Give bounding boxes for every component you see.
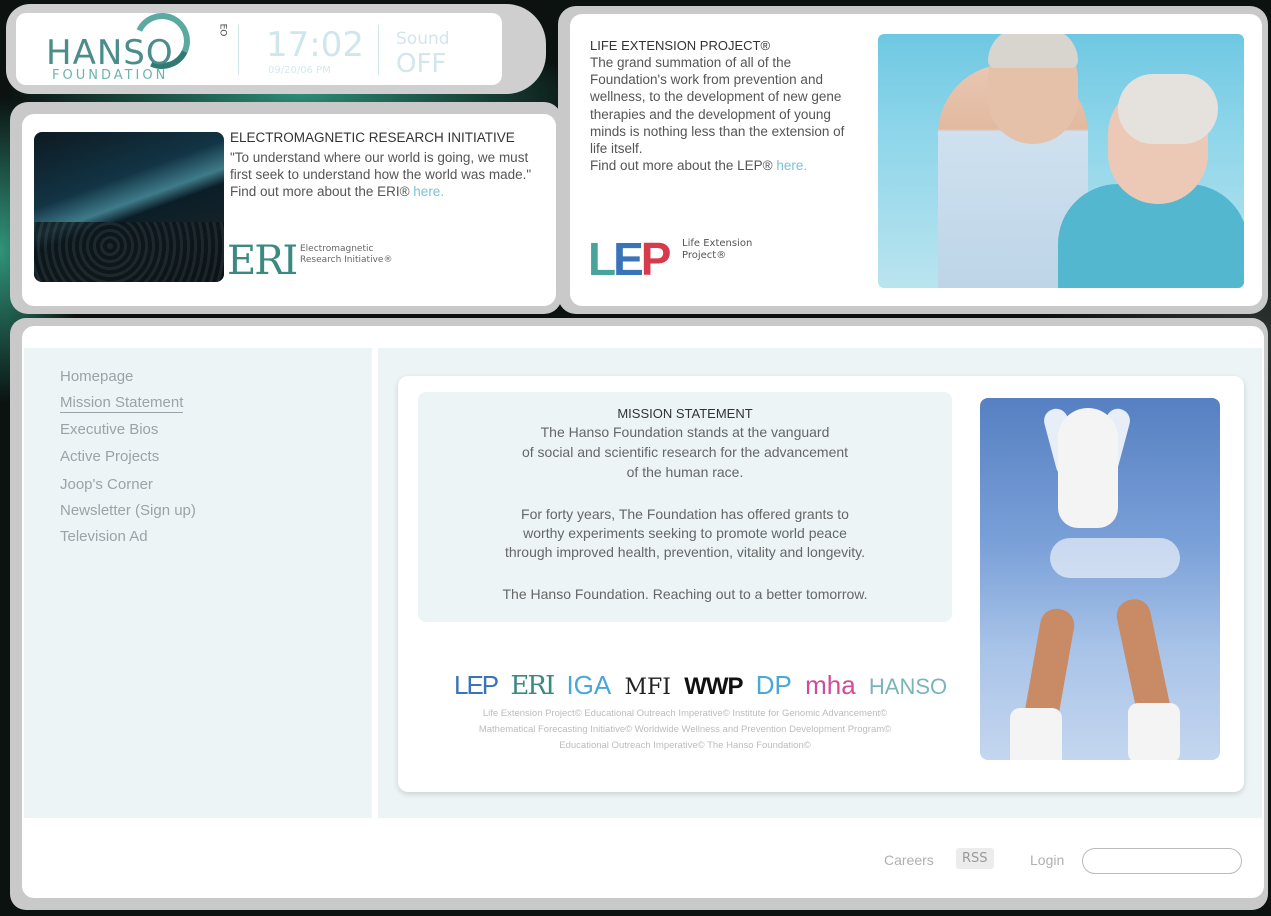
logo-text[interactable]: HANSO [46, 33, 174, 73]
eri-title: ELECTROMAGNETIC RESEARCH INITIATIVE [230, 130, 515, 145]
side-tag: EO [217, 23, 228, 37]
mission-line: of social and scientific research for th… [521, 444, 849, 460]
partner-logo-mfi[interactable]: MFI [624, 675, 670, 700]
mission-line: The Hanso Foundation stands at the vangu… [540, 424, 830, 440]
photo-shape [1118, 74, 1218, 144]
lep-here-link[interactable]: here. [776, 158, 807, 173]
partner-logo-iga[interactable]: IGA [566, 670, 611, 700]
mission-line: For forty years, The Foundation has offe… [521, 506, 849, 522]
login-label: Login [1030, 852, 1065, 868]
eri-logo-caption: Electromagnetic Research Initiative® [300, 244, 393, 265]
lep-body-text: The grand summation of all of the Founda… [590, 55, 845, 157]
careers-link[interactable]: Careers [884, 852, 934, 868]
nav-item-newsletter[interactable]: Newsletter (Sign up) [60, 502, 196, 519]
logo-subtitle: FOUNDATION [52, 68, 169, 83]
eri-body: "To understand where our world is going,… [230, 149, 548, 200]
login-input[interactable] [1082, 848, 1242, 874]
eri-quote: "To understand where our world is going,… [230, 150, 532, 182]
partner-logo-hanso[interactable]: HANSO [869, 674, 947, 699]
partner-caption: Life Extension Project© Educational Outr… [482, 708, 888, 719]
eri-logo: ERI [227, 238, 298, 284]
header-bar: HANSO FOUNDATION EO 17:02 09/20/06 PM So… [6, 4, 546, 94]
nav-item-homepage[interactable]: Homepage [60, 368, 133, 385]
content-area: MISSION STATEMENT The Hanso Foundation s… [378, 348, 1262, 818]
nav-item-active-projects[interactable]: Active Projects [60, 448, 159, 465]
partner-caption: Mathematical Forecasting Initiative© Wor… [478, 724, 892, 735]
copyright: © 2006 Hanso Foundation® [50, 888, 187, 900]
photo-shape [1010, 708, 1062, 760]
sound-label[interactable]: Sound [396, 29, 450, 49]
eri-find-out-text: Find out more about the ERI® [230, 184, 414, 199]
nav-item-joops-corner[interactable]: Joop's Corner [60, 476, 153, 493]
partner-logo-mha[interactable]: mha [805, 670, 856, 700]
dove-icon [1058, 408, 1118, 528]
partner-logo-wwp[interactable]: WWP [684, 673, 743, 700]
eri-wave-image [34, 132, 224, 282]
lep-title: LIFE EXTENSION PROJECT® [590, 38, 771, 53]
divider [238, 25, 239, 75]
mission-card: MISSION STATEMENT The Hanso Foundation s… [398, 376, 1244, 792]
header-inner: HANSO FOUNDATION EO 17:02 09/20/06 PM So… [16, 5, 502, 85]
photo-shape [1050, 538, 1180, 578]
partner-logo-dp[interactable]: DP [756, 670, 792, 700]
clock-date: 09/20/06 PM [268, 65, 331, 76]
rss-link[interactable]: RSS [956, 848, 994, 869]
sidebar-nav: Homepage Mission Statement Executive Bio… [24, 348, 372, 818]
mission-line: through improved health, prevention, vit… [504, 544, 866, 560]
nav-item-executive-bios[interactable]: Executive Bios [60, 421, 158, 438]
nav-item-television-ad[interactable]: Television Ad [60, 528, 148, 545]
lep-logo-caption: Life Extension Project® [682, 238, 753, 261]
elderly-couple-photo [878, 34, 1244, 288]
mission-line: The Hanso Foundation. Reaching out to a … [502, 586, 868, 602]
eri-panel: ELECTROMAGNETIC RESEARCH INITIATIVE "To … [22, 114, 556, 306]
mission-title: MISSION STATEMENT [617, 406, 753, 421]
photo-shape [1128, 703, 1180, 760]
photo-shape [988, 34, 1078, 68]
mission-box: MISSION STATEMENT The Hanso Foundation s… [418, 392, 952, 622]
divider [378, 25, 379, 75]
mission-line: of the human race. [626, 464, 744, 480]
dove-hands-photo [980, 398, 1220, 760]
eri-logo-text: ERI [227, 238, 298, 284]
main-panel: Homepage Mission Statement Executive Bio… [22, 326, 1264, 898]
eri-here-link[interactable]: here. [413, 184, 444, 199]
lep-find-out-text: Find out more about the LEP® [590, 158, 777, 174]
lep-panel: LIFE EXTENSION PROJECT® The grand summat… [570, 14, 1262, 306]
nav-item-mission-statement[interactable]: Mission Statement [60, 394, 184, 413]
partner-caption: Educational Outreach Imperative© The Han… [559, 740, 811, 751]
lep-logo: LEP [588, 233, 671, 285]
lep-body: The grand summation of all of the Founda… [590, 54, 864, 174]
sound-toggle[interactable]: OFF [396, 49, 446, 79]
partner-logo-eri[interactable]: ERI [510, 671, 555, 701]
partner-logo-lep[interactable]: LEP [454, 670, 499, 700]
partner-logos: LEP ERI IGA MFI WWP DP mha HANSO [454, 670, 953, 701]
mission-line: worthy experiments seeking to promote wo… [523, 525, 847, 541]
clock-time: 17:02 [266, 25, 364, 65]
